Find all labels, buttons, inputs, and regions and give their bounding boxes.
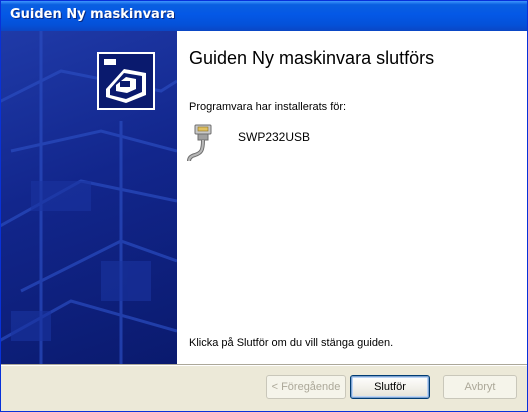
finish-button[interactable]: Slutför [350,375,430,399]
cancel-button[interactable]: Avbryt [443,375,517,399]
wizard-window: Guiden Ny maskinvara Guiden Ny maskinvar… [0,0,528,412]
finish-instruction: Klicka på Slutför om du vill stänga guid… [189,337,394,349]
usb-serial-cable-icon [187,123,217,165]
back-button[interactable]: < Föregående [266,375,346,399]
window-title: Guiden Ny maskinvara [10,7,176,22]
button-area-separator [1,364,527,366]
wizard-content: Guiden Ny maskinvara slutförs Programvar… [177,31,527,364]
device-name: SWP232USB [238,130,311,144]
hardware-wizard-icon [96,51,156,111]
title-bar[interactable]: Guiden Ny maskinvara [1,1,527,31]
page-title: Guiden Ny maskinvara slutförs [189,48,435,68]
wizard-side-banner [1,31,177,364]
installed-for-label: Programvara har installerats för: [189,101,347,113]
